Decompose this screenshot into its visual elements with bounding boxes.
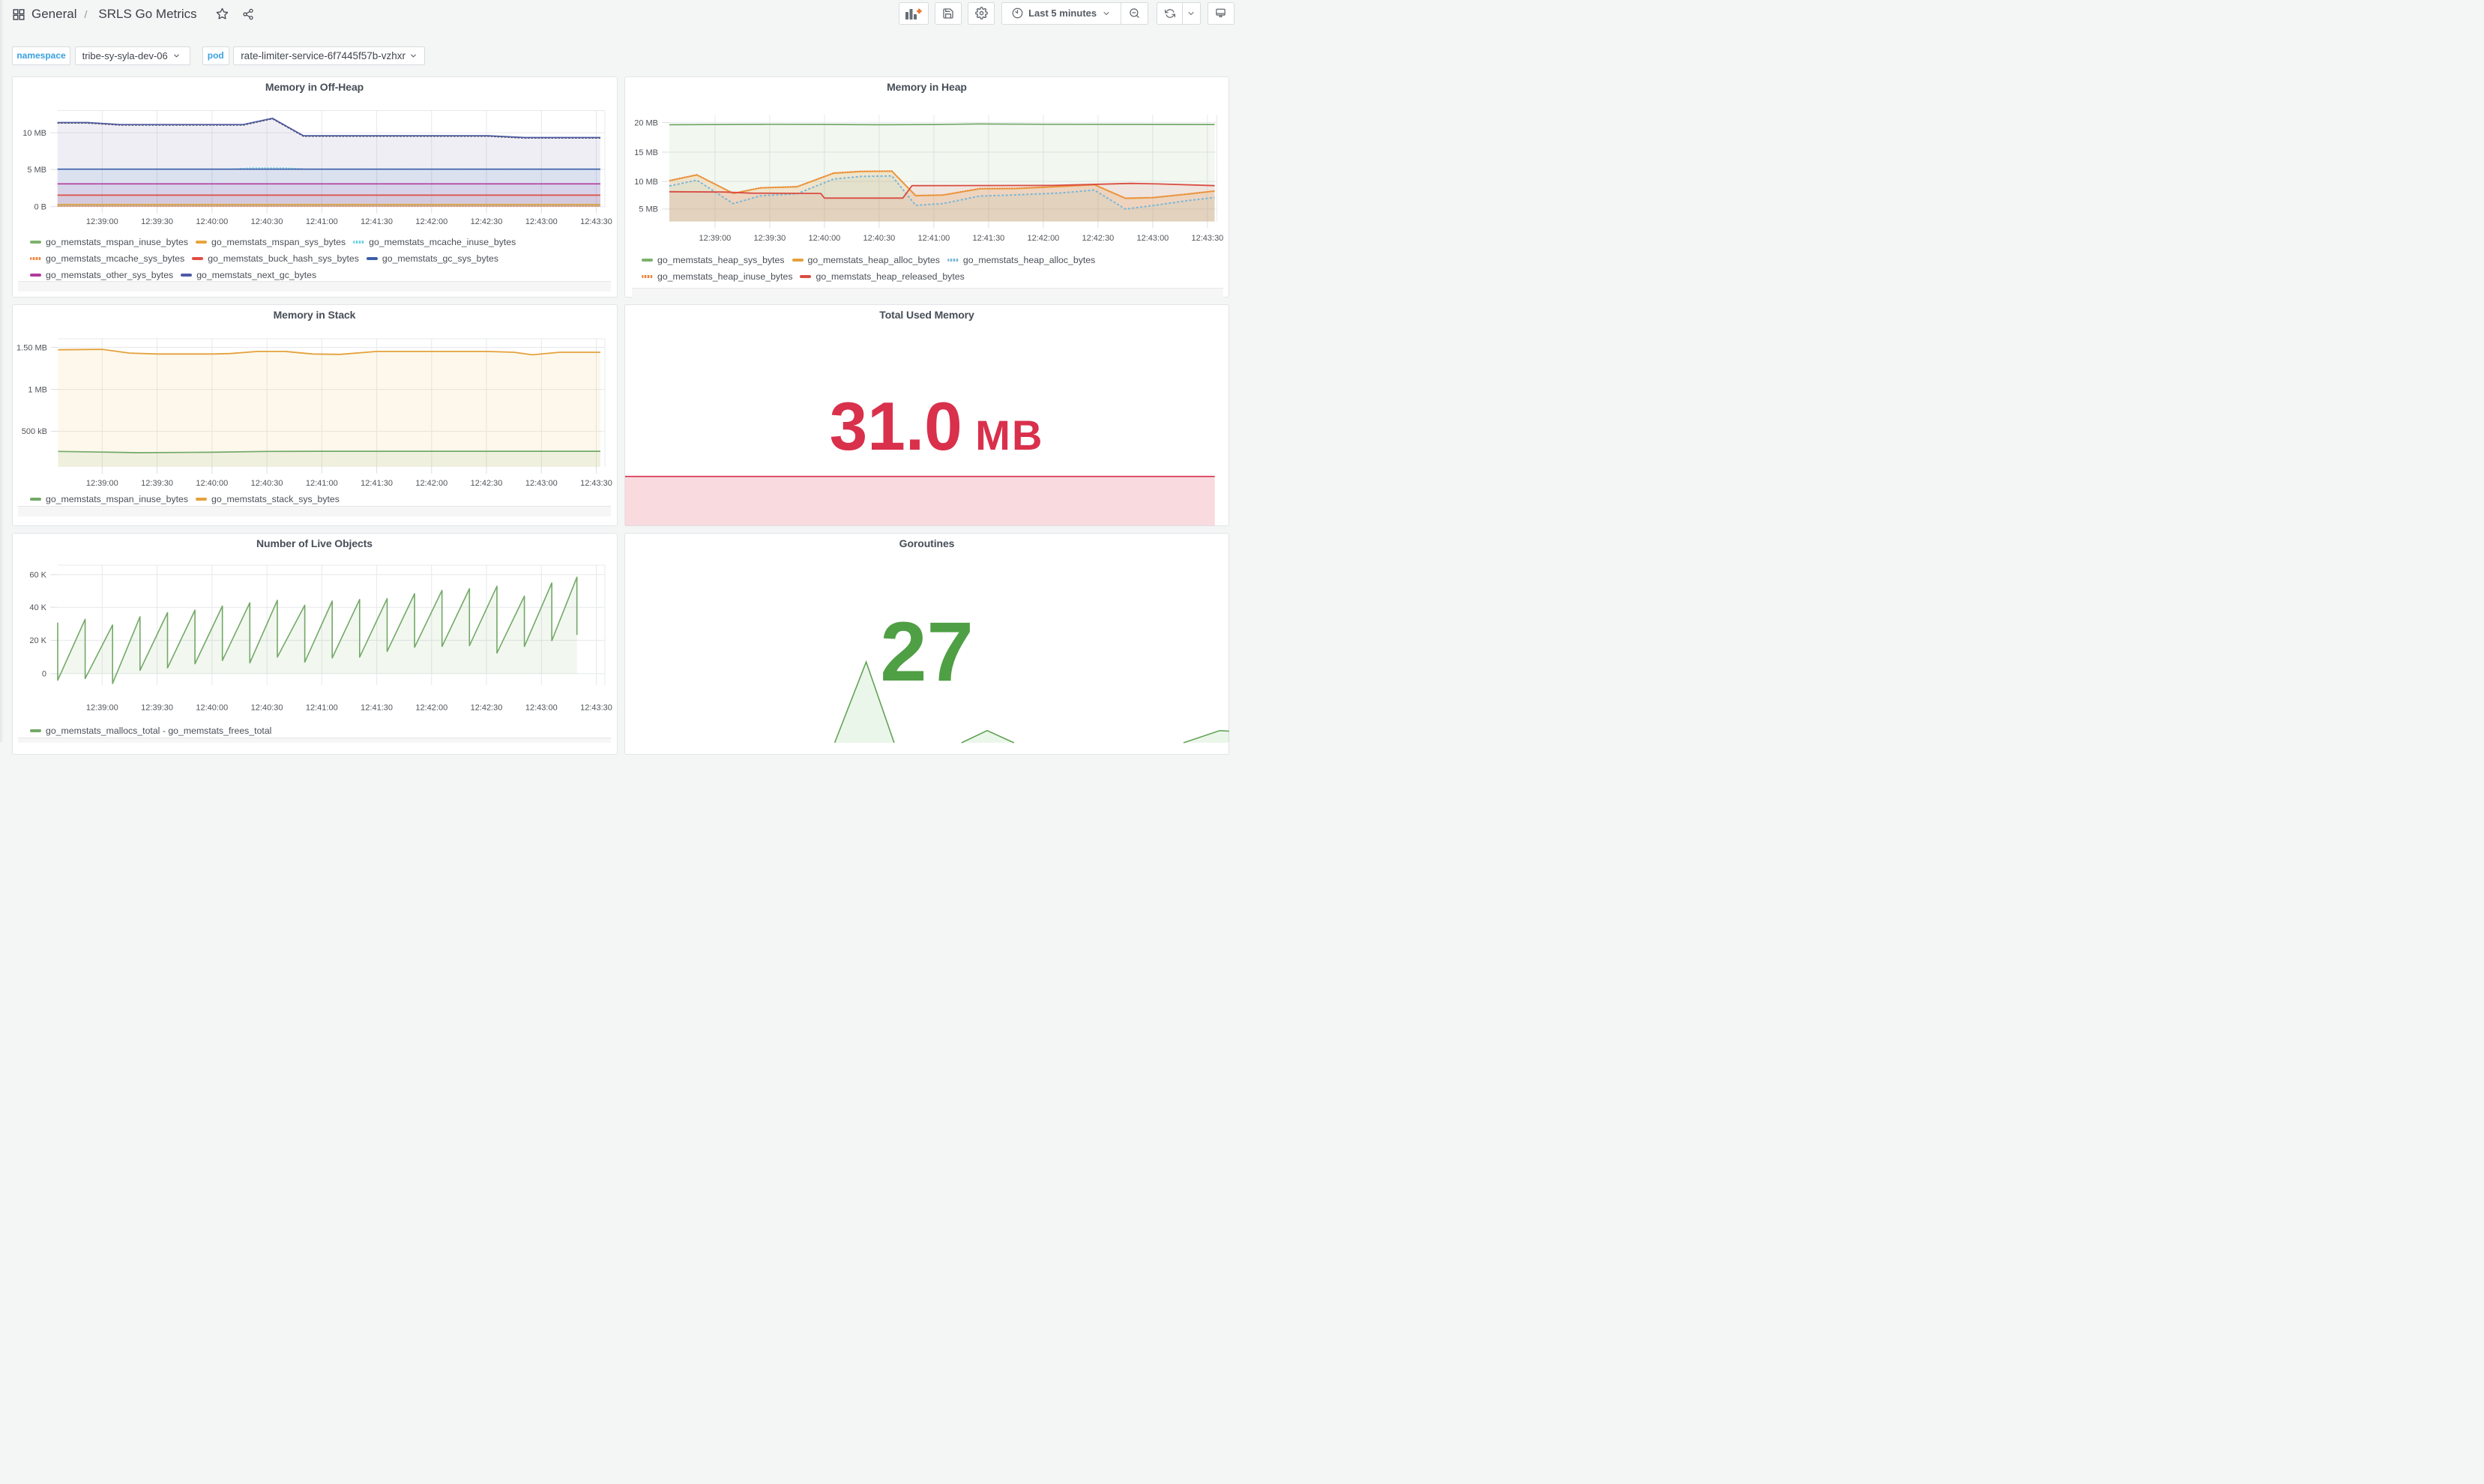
svg-text:500 kB: 500 kB (22, 427, 47, 436)
svg-text:12:40:30: 12:40:30 (251, 704, 283, 713)
svg-text:12:41:00: 12:41:00 (306, 479, 338, 488)
svg-text:12:39:00: 12:39:00 (86, 217, 118, 226)
svg-text:12:41:00: 12:41:00 (917, 233, 950, 242)
svg-text:12:43:00: 12:43:00 (525, 217, 558, 226)
svg-text:12:43:30: 12:43:30 (580, 217, 612, 226)
svg-text:12:43:30: 12:43:30 (580, 479, 612, 488)
svg-text:12:41:30: 12:41:30 (972, 233, 1004, 242)
svg-text:12:39:00: 12:39:00 (86, 479, 118, 488)
svg-text:12:40:30: 12:40:30 (251, 217, 283, 226)
svg-text:1.50 MB: 1.50 MB (16, 343, 47, 352)
svg-text:12:40:00: 12:40:00 (196, 479, 228, 488)
svg-text:12:39:30: 12:39:30 (141, 217, 173, 226)
svg-text:60 K: 60 K (29, 571, 46, 580)
svg-text:20 K: 20 K (29, 636, 46, 645)
svg-text:12:39:30: 12:39:30 (141, 704, 173, 713)
svg-text:12:42:30: 12:42:30 (1082, 233, 1114, 242)
svg-text:12:39:30: 12:39:30 (753, 233, 786, 242)
svg-text:12:41:30: 12:41:30 (361, 704, 393, 713)
svg-text:40 K: 40 K (29, 603, 46, 612)
svg-text:15 MB: 15 MB (634, 148, 658, 157)
svg-text:12:42:30: 12:42:30 (471, 217, 503, 226)
svg-text:20 MB: 20 MB (634, 118, 658, 127)
svg-text:12:43:00: 12:43:00 (1136, 233, 1169, 242)
svg-text:12:40:00: 12:40:00 (196, 217, 228, 226)
svg-text:12:39:00: 12:39:00 (86, 704, 118, 713)
svg-text:12:40:00: 12:40:00 (196, 704, 228, 713)
svg-text:12:42:30: 12:42:30 (471, 704, 503, 713)
svg-text:12:43:30: 12:43:30 (1191, 233, 1223, 242)
svg-text:0: 0 (42, 670, 46, 679)
svg-text:12:42:30: 12:42:30 (471, 479, 503, 488)
svg-text:12:41:30: 12:41:30 (361, 479, 393, 488)
svg-text:12:42:00: 12:42:00 (1027, 233, 1059, 242)
svg-text:12:42:00: 12:42:00 (415, 704, 447, 713)
svg-text:5 MB: 5 MB (639, 205, 658, 214)
svg-text:12:39:30: 12:39:30 (141, 479, 173, 488)
svg-text:5 MB: 5 MB (27, 165, 46, 174)
svg-text:0 B: 0 B (34, 202, 46, 211)
svg-text:12:41:00: 12:41:00 (306, 704, 338, 713)
svg-text:12:43:30: 12:43:30 (580, 704, 612, 713)
svg-text:1 MB: 1 MB (28, 385, 47, 394)
svg-text:12:42:00: 12:42:00 (415, 479, 447, 488)
svg-text:12:41:30: 12:41:30 (361, 217, 393, 226)
svg-text:12:39:00: 12:39:00 (699, 233, 731, 242)
svg-text:10 MB: 10 MB (634, 177, 658, 186)
svg-text:12:43:00: 12:43:00 (525, 704, 558, 713)
svg-text:12:42:00: 12:42:00 (415, 217, 447, 226)
svg-text:10 MB: 10 MB (22, 128, 46, 137)
svg-text:12:40:30: 12:40:30 (251, 479, 283, 488)
svg-text:12:40:30: 12:40:30 (863, 233, 895, 242)
svg-text:12:40:00: 12:40:00 (808, 233, 840, 242)
svg-text:12:43:00: 12:43:00 (525, 479, 558, 488)
svg-text:12:41:00: 12:41:00 (306, 217, 338, 226)
